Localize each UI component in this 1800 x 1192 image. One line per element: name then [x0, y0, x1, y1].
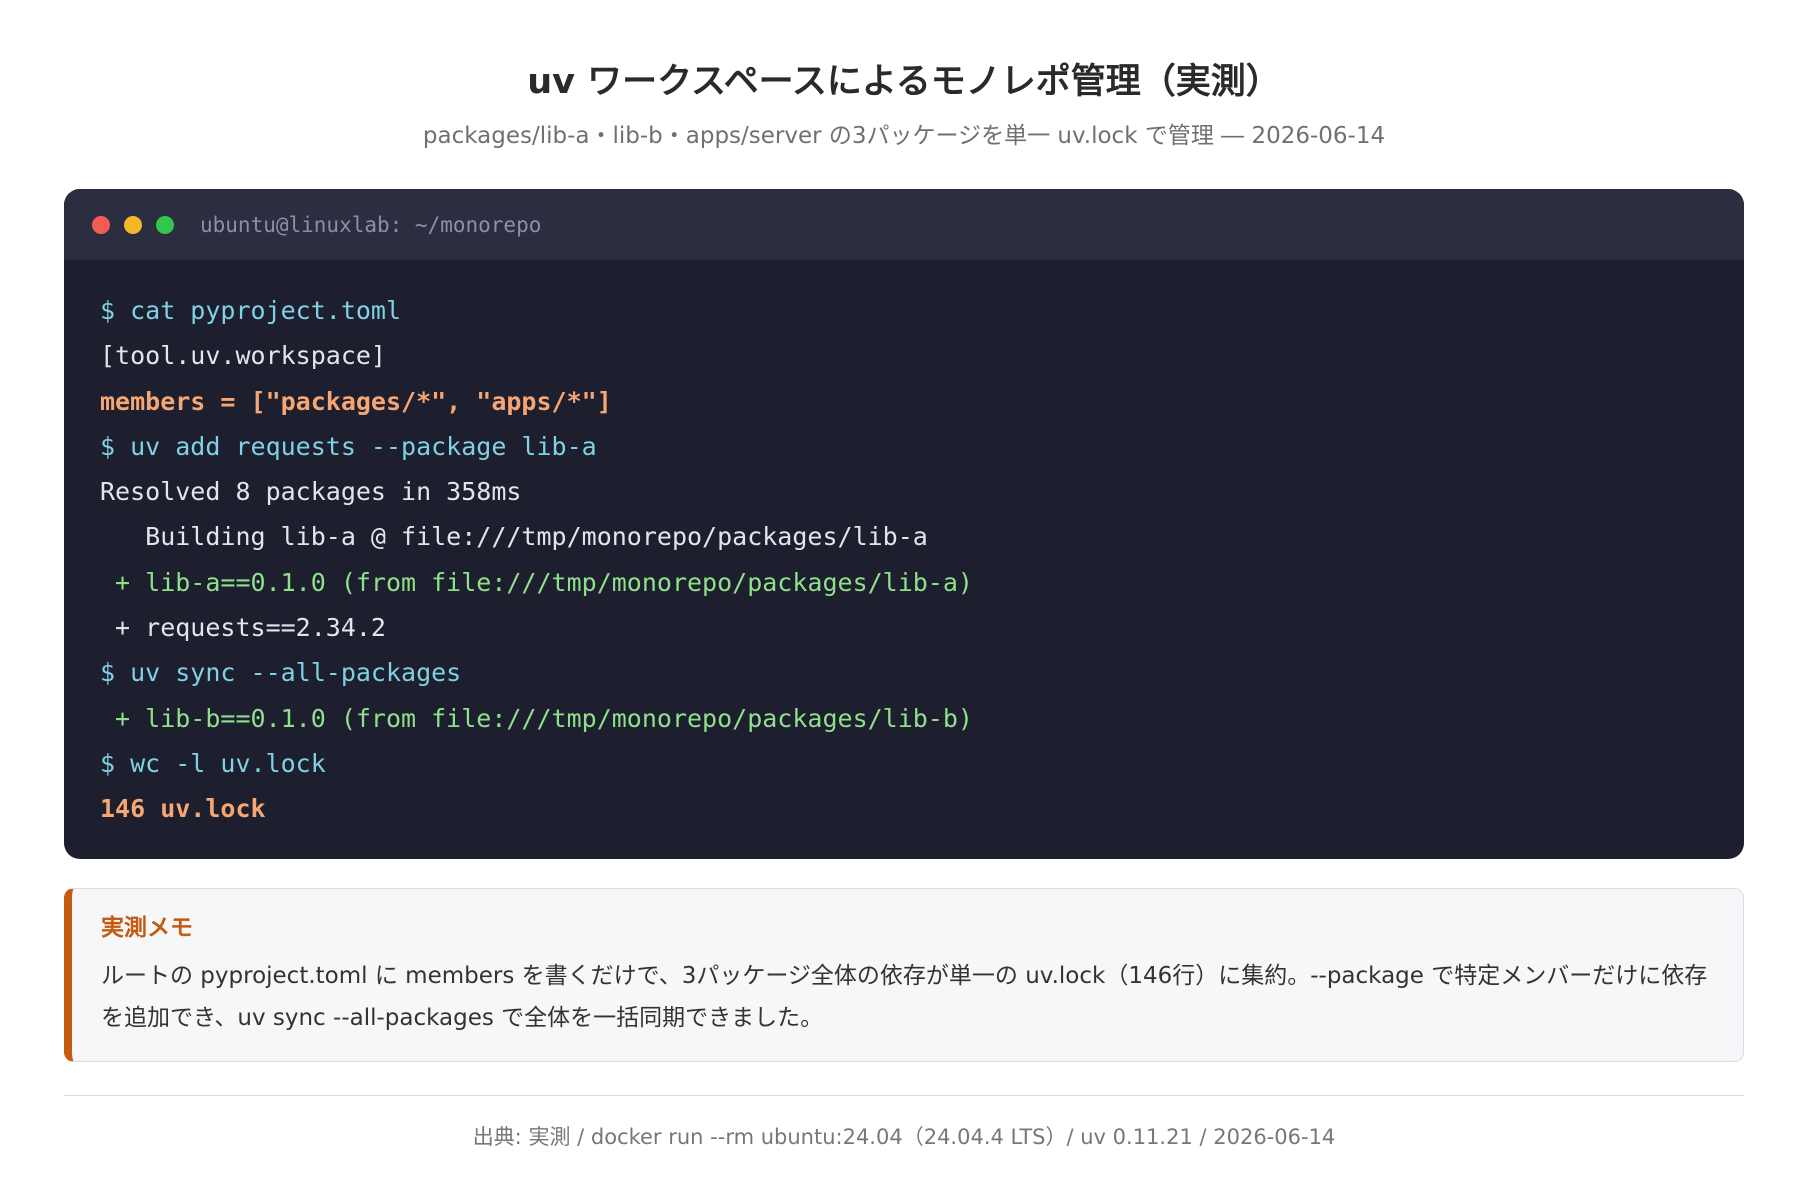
- terminal-line: $ cat pyproject.toml: [100, 296, 402, 325]
- page-subtitle: packages/lib-a・lib-b・apps/server の3パッケージ…: [422, 123, 1386, 149]
- minimize-dot-icon[interactable]: [124, 215, 142, 234]
- terminal-line: + requests==2.34.2: [100, 613, 386, 643]
- memo-text: ルートの pyproject.toml に members を書くだけで、3パッ…: [101, 963, 1708, 1031]
- memo-box: 実測メモ ルートの pyproject.toml に members を書くだけ…: [64, 888, 1744, 1062]
- page: uv ワークスペースによるモノレポ管理（実測） packages/lib-a・l…: [64, 0, 1744, 1152]
- memo-title: 実測メモ: [101, 915, 193, 941]
- close-dot-icon[interactable]: [92, 215, 110, 234]
- terminal-line: Building lib-a @ file:///tmp/monorepo/pa…: [100, 522, 928, 552]
- terminal-output[interactable]: $ cat pyproject.toml [tool.uv.workspace]…: [64, 260, 1744, 832]
- footer-source: 出典: 実測 / docker run --rm ubuntu:24.04（24…: [472, 1125, 1336, 1149]
- terminal-line: Resolved 8 packages in 358ms: [100, 477, 522, 507]
- terminal-line: + lib-a==0.1.0 (from file:///tmp/monorep…: [100, 567, 973, 597]
- terminal-line: + lib-b==0.1.0 (from file:///tmp/monorep…: [100, 703, 973, 733]
- terminal-window[interactable]: ubuntu@linuxlab: ~/monorepo $ cat pyproj…: [64, 189, 1744, 859]
- maximize-dot-icon[interactable]: [156, 215, 174, 234]
- terminal-line: $ uv sync --all-packages: [100, 658, 462, 688]
- terminal-line: members = ["packages/*", "apps/*"]: [100, 386, 612, 416]
- terminal-line: $ uv add requests --package lib-a: [100, 431, 597, 461]
- footer-divider: [64, 1095, 1744, 1096]
- terminal-line: 146 uv.lock: [100, 794, 266, 824]
- page-title: uv ワークスペースによるモノレポ管理（実測）: [527, 62, 1281, 102]
- terminal-title-bar: ubuntu@linuxlab: ~/monorepo: [64, 189, 1744, 260]
- terminal-line: $ wc -l uv.lock: [100, 748, 326, 778]
- terminal-title: ubuntu@linuxlab: ~/monorepo: [200, 212, 542, 237]
- terminal-line: [tool.uv.workspace]: [100, 341, 386, 371]
